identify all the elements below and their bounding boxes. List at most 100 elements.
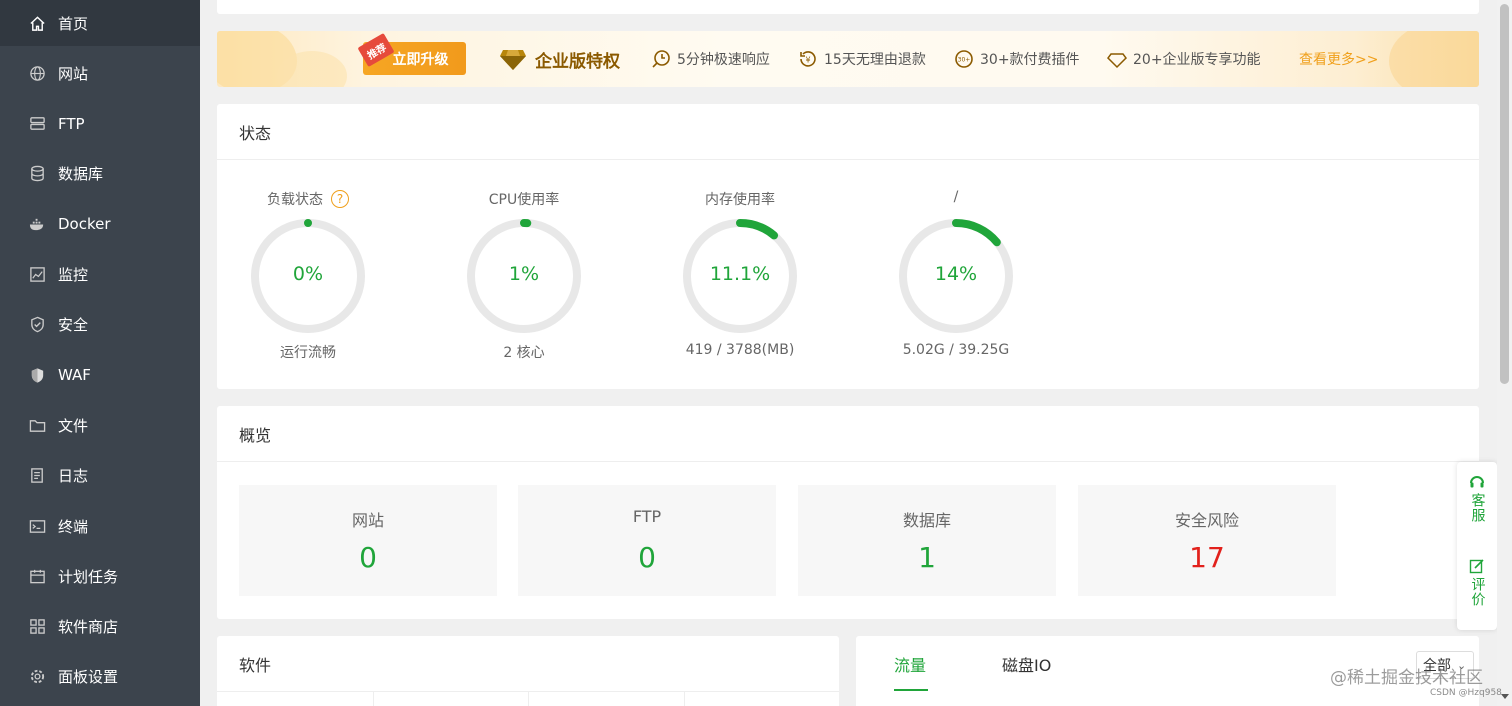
- sidebar-item-label: 日志: [58, 467, 89, 486]
- feature-plugins: 30+ 30+款付费插件: [954, 45, 1080, 73]
- svg-text:30+: 30+: [958, 57, 971, 64]
- top-card-strip: [217, 0, 1479, 14]
- gauge-value: 1%: [508, 263, 540, 285]
- gauge-label: /: [953, 189, 959, 205]
- feature-text: 15天无理由退款: [824, 52, 926, 68]
- sidebar-item-label: 软件商店: [58, 618, 119, 637]
- gauge-label-row: CPU使用率: [444, 189, 604, 209]
- sidebar: 首页网站 FTP 数据库 Docker 监控安全 WAF 文件日志终端计划任务软件商店面板设…: [0, 0, 200, 706]
- overview-stat-value: 0: [359, 541, 377, 574]
- overview-stat-box[interactable]: 数据库 1: [798, 485, 1056, 596]
- feature-refund: ¥ 15天无理由退款: [798, 45, 926, 73]
- sidebar-item-10[interactable]: 终端: [0, 503, 200, 549]
- overview-stat-value: 17: [1189, 541, 1225, 574]
- review-label: 评价: [1469, 577, 1486, 607]
- help-icon[interactable]: ?: [331, 190, 349, 208]
- overview-stat-box[interactable]: 安全风险 17: [1078, 485, 1336, 596]
- enterprise-title: 企业版特权: [499, 45, 620, 73]
- sidebar-item-0[interactable]: 首页: [0, 0, 200, 46]
- view-more-link[interactable]: 查看更多>>: [1299, 45, 1378, 73]
- review-button[interactable]: 评价: [1457, 558, 1497, 607]
- sidebar-item-label: 首页: [58, 14, 89, 33]
- sidebar-item-8[interactable]: 文件: [0, 402, 200, 448]
- sidebar-item-5[interactable]: 监控: [0, 252, 200, 298]
- gauge-label: CPU使用率: [488, 192, 560, 208]
- scroll-down-arrow-icon[interactable]: [1501, 694, 1509, 699]
- overview-card: 概览 网站 0 FTP 0 数据库 1 安全风险 17: [217, 406, 1479, 619]
- overview-stat-label: 网站: [351, 511, 384, 530]
- sidebar-item-label: 计划任务: [58, 567, 119, 586]
- terminal-icon: [28, 517, 46, 535]
- diamond-icon: [1107, 53, 1127, 69]
- status-gauge[interactable]: 负载状态? 0% 运行流畅: [228, 184, 388, 364]
- sidebar-item-label: FTP: [58, 114, 85, 133]
- column-divider: [373, 692, 374, 706]
- feature-text: 5分钟极速响应: [677, 52, 770, 68]
- sidebar-item-12[interactable]: 软件商店: [0, 604, 200, 650]
- globe-icon: [28, 64, 46, 82]
- docker-icon: [28, 215, 46, 233]
- enterprise-title-text: 企业版特权: [535, 51, 620, 72]
- sidebar-item-label: 数据库: [58, 165, 104, 184]
- svg-text:¥: ¥: [805, 56, 810, 65]
- scrollbar-thumb[interactable]: [1500, 4, 1509, 384]
- sidebar-item-label: 文件: [58, 416, 89, 435]
- sidebar-item-label: 网站: [58, 64, 89, 83]
- status-gauge[interactable]: CPU使用率 1% 2 核心: [444, 184, 604, 364]
- enterprise-banner: 立即升级 推荐 企业版特权 5分钟极速响应 ¥ 15天无理由退款 30+ 30+…: [217, 31, 1479, 87]
- column-divider: [528, 692, 529, 706]
- sidebar-item-label: Docker: [58, 215, 111, 234]
- overview-stat-box[interactable]: FTP 0: [518, 485, 776, 596]
- sidebar-item-9[interactable]: 日志: [0, 453, 200, 499]
- gauge-subtext: 5.02G / 39.25G: [902, 342, 1010, 358]
- sidebar-item-label: WAF: [58, 366, 91, 385]
- sidebar-item-3[interactable]: 数据库: [0, 151, 200, 197]
- sidebar-item-label: 面板设置: [58, 668, 119, 687]
- software-title: 软件: [239, 655, 272, 675]
- tab-disk-io[interactable]: 磁盘IO: [1002, 636, 1051, 691]
- feature-text: 30+款付费插件: [980, 52, 1080, 68]
- sidebar-item-4[interactable]: Docker: [0, 201, 200, 247]
- diamond-crown-icon: [500, 50, 526, 70]
- folder-icon: [28, 416, 46, 434]
- apps-icon: [28, 618, 46, 636]
- status-gauge[interactable]: / 14% 5.02G / 39.25G: [876, 184, 1036, 364]
- overview-title: 概览: [239, 425, 272, 445]
- calendar-icon: [28, 567, 46, 585]
- gauge-subtext: 2 核心: [503, 345, 545, 361]
- divider: [217, 159, 1479, 160]
- ftp-icon: [28, 115, 46, 133]
- overview-stat-box[interactable]: 网站 0: [239, 485, 497, 596]
- page-scrollbar[interactable]: [1497, 0, 1512, 706]
- sidebar-item-7[interactable]: WAF: [0, 352, 200, 398]
- plugin-icon: 30+: [955, 50, 973, 68]
- monitor-icon: [28, 266, 46, 284]
- watermark-sub: CSDN @Hzq958: [1430, 688, 1502, 698]
- column-divider: [684, 692, 685, 706]
- divider: [217, 461, 1479, 462]
- headset-icon: [1470, 476, 1484, 488]
- customer-service-button[interactable]: 客服: [1457, 474, 1497, 523]
- status-gauge[interactable]: 内存使用率 11.1% 419 / 3788(MB): [660, 184, 820, 364]
- overview-stat-value: 1: [918, 541, 936, 574]
- software-card: 软件: [217, 636, 839, 706]
- log-icon: [28, 467, 46, 485]
- upgrade-label: 立即升级: [392, 51, 449, 68]
- feature-exclusive: 20+企业版专享功能: [1107, 45, 1261, 73]
- sidebar-item-label: 监控: [58, 266, 89, 284]
- status-card: 状态 负载状态? 0% 运行流畅 CPU使用率 1% 2 核心 内存使用率 11.1% 419 …: [217, 104, 1479, 389]
- sidebar-item-13[interactable]: 面板设置: [0, 654, 200, 700]
- sidebar-item-11[interactable]: 计划任务: [0, 553, 200, 599]
- feature-fast-response: 5分钟极速响应: [651, 45, 770, 73]
- gauge-label: 内存使用率: [705, 192, 775, 208]
- feature-text: 20+企业版专享功能: [1133, 52, 1261, 68]
- tab-traffic[interactable]: 流量: [894, 636, 926, 691]
- sidebar-item-6[interactable]: 安全: [0, 302, 200, 348]
- sidebar-item-1[interactable]: 网站: [0, 50, 200, 96]
- gauge-label-row: 内存使用率: [660, 189, 820, 209]
- float-help-panel: 客服 评价: [1457, 462, 1497, 630]
- service-label: 客服: [1469, 493, 1486, 523]
- gauge-value: 11.1%: [709, 263, 771, 285]
- sidebar-item-2[interactable]: FTP: [0, 101, 200, 147]
- sidebar-item-label: 安全: [58, 316, 89, 335]
